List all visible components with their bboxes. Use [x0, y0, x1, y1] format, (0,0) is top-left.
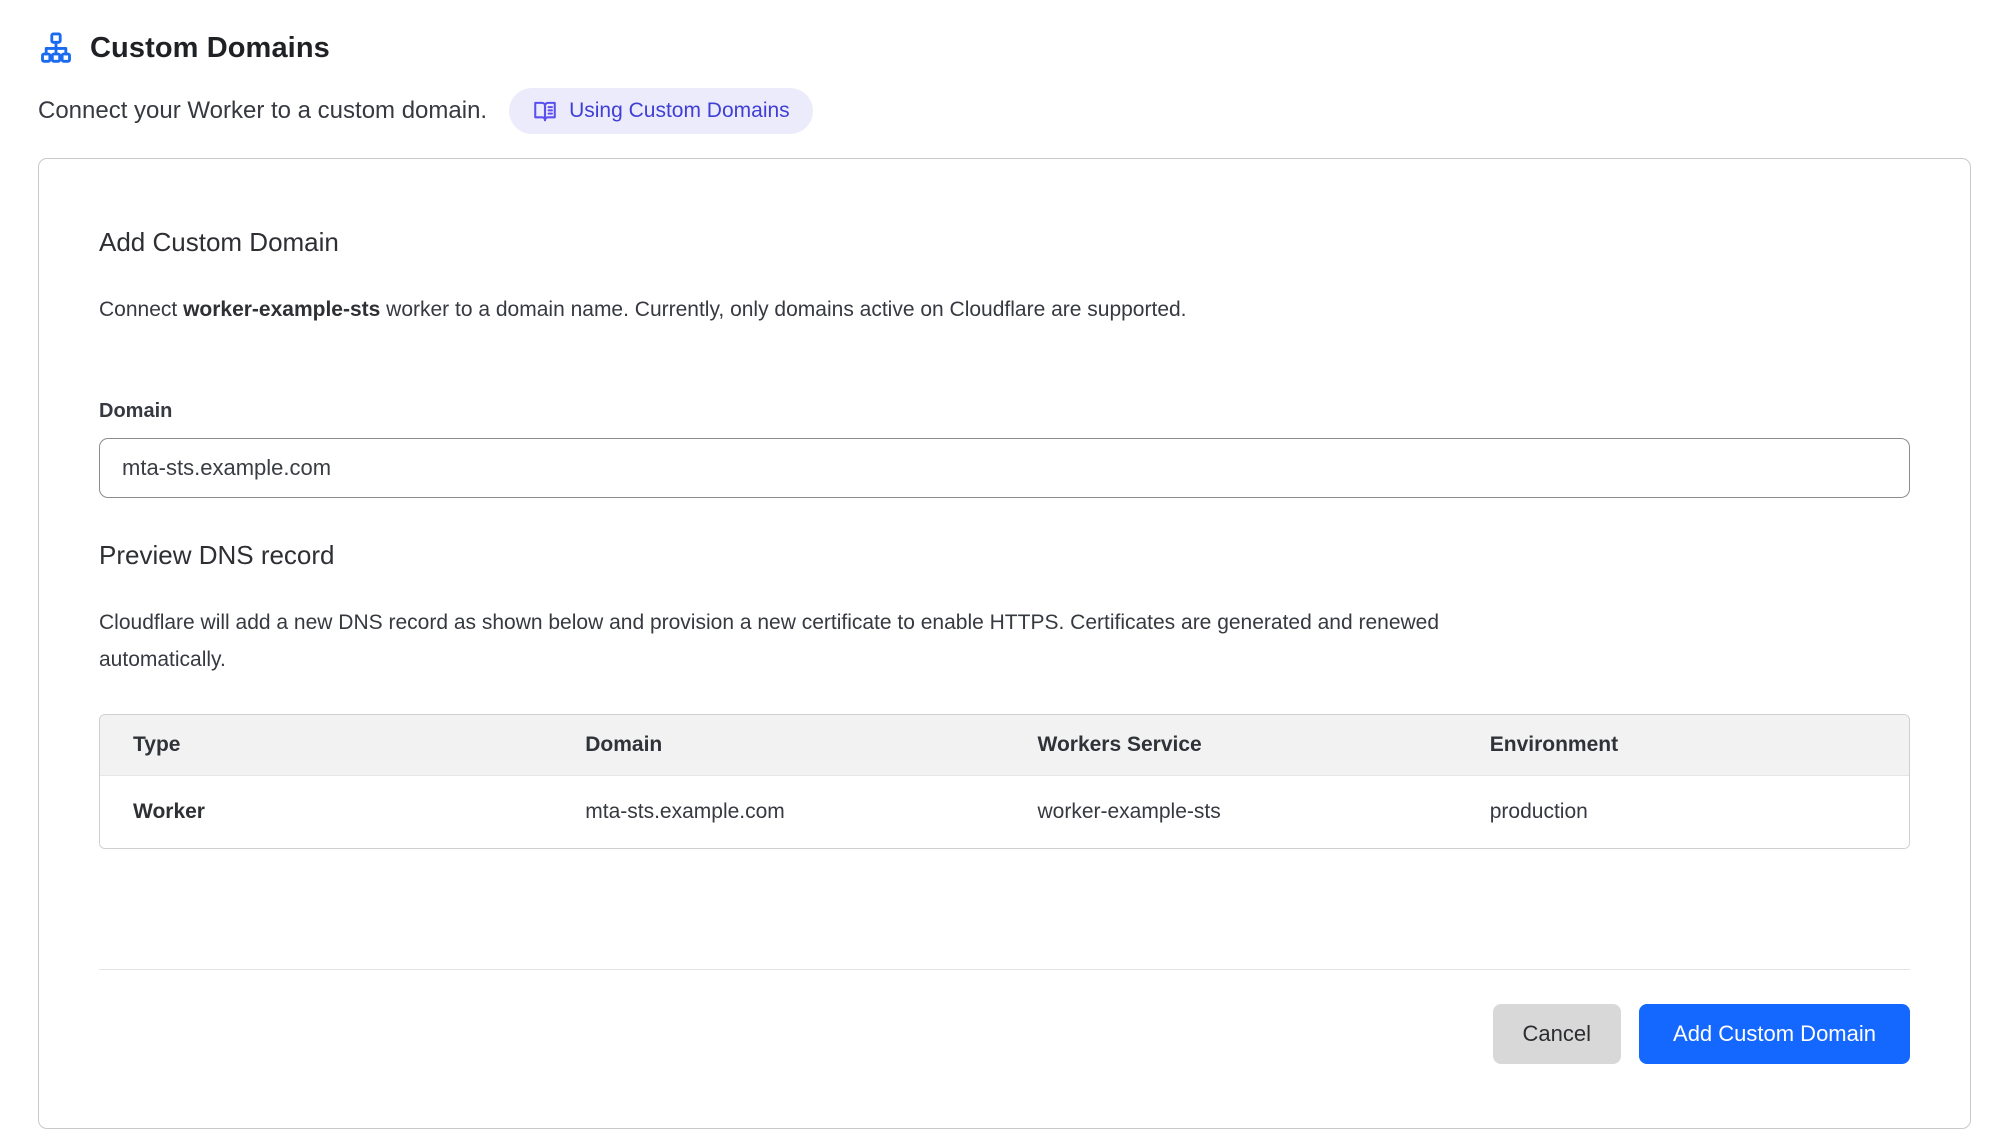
column-header-environment: Environment — [1457, 715, 1909, 776]
title-row: Custom Domains — [38, 30, 1971, 66]
cell-workers-service: worker-example-sts — [1005, 776, 1457, 848]
docs-link-label: Using Custom Domains — [569, 99, 790, 123]
column-header-workers-service: Workers Service — [1005, 715, 1457, 776]
table-row: Worker mta-sts.example.com worker-exampl… — [100, 776, 1909, 848]
subtitle-row: Connect your Worker to a custom domain. … — [38, 88, 1971, 134]
intro-suffix: worker to a domain name. Currently, only… — [380, 298, 1186, 321]
page-title: Custom Domains — [90, 32, 330, 65]
domain-input[interactable] — [99, 438, 1910, 498]
sitemap-icon — [38, 30, 74, 66]
card-heading: Add Custom Domain — [99, 227, 1910, 258]
cell-domain: mta-sts.example.com — [552, 776, 1004, 848]
worker-name: worker-example-sts — [183, 298, 380, 321]
add-custom-domain-button[interactable]: Add Custom Domain — [1639, 1004, 1910, 1064]
table-header-row: Type Domain Workers Service Environment — [100, 715, 1909, 776]
card-actions: Cancel Add Custom Domain — [99, 1004, 1910, 1064]
cell-type: Worker — [100, 776, 552, 848]
page-header: Custom Domains Connect your Worker to a … — [38, 30, 1971, 134]
docs-link-badge[interactable]: Using Custom Domains — [509, 88, 813, 134]
column-header-domain: Domain — [552, 715, 1004, 776]
dns-preview-table: Type Domain Workers Service Environment … — [99, 714, 1910, 849]
preview-dns-heading: Preview DNS record — [99, 540, 1910, 571]
page-subtitle: Connect your Worker to a custom domain. — [38, 97, 487, 125]
preview-dns-description: Cloudflare will add a new DNS record as … — [99, 605, 1569, 679]
card-intro-text: Connect worker-example-sts worker to a d… — [99, 298, 1910, 322]
cancel-button[interactable]: Cancel — [1493, 1004, 1621, 1064]
domain-field-label: Domain — [99, 400, 1910, 423]
intro-prefix: Connect — [99, 298, 183, 321]
footer-divider — [99, 969, 1910, 970]
open-book-icon — [532, 98, 558, 124]
cell-environment: production — [1457, 776, 1909, 848]
column-header-type: Type — [100, 715, 552, 776]
add-custom-domain-card: Add Custom Domain Connect worker-example… — [38, 158, 1971, 1129]
